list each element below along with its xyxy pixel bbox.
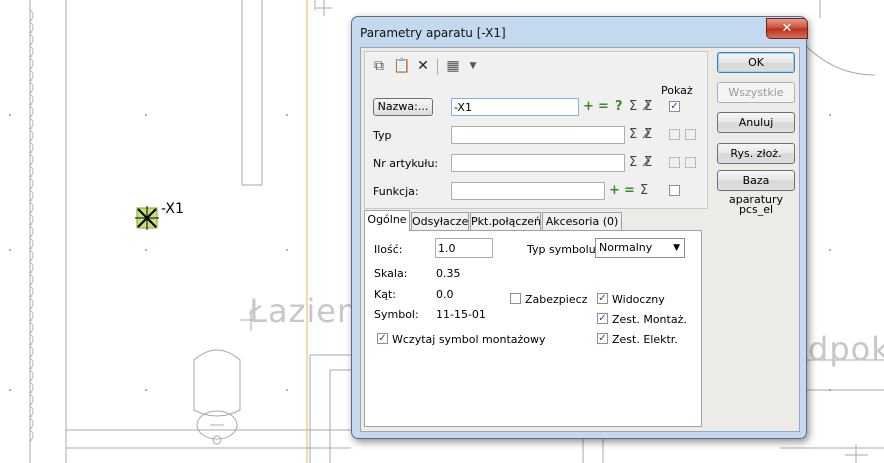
zabezpiecz-checkbox[interactable] — [510, 293, 521, 304]
symbol-value: 11-15-01 — [436, 308, 486, 321]
nr-artykulu-sigma-icon[interactable]: Σ — [629, 155, 637, 171]
wszystkie-button: Wszystkie — [717, 82, 795, 103]
paste-icon[interactable]: 📋 — [393, 58, 410, 74]
tab-strip: Ogólne Odsyłacze Pkt.połączeń Akcesoria … — [364, 210, 706, 231]
device-x1-symbol[interactable] — [135, 206, 159, 230]
rys-zloz-button[interactable]: Rys. złoż. — [717, 143, 795, 164]
close-icon: ✕ — [781, 21, 793, 36]
wczytaj-checkbox[interactable]: ✓ — [377, 333, 388, 344]
pokaz-funkcja-checkbox[interactable] — [669, 185, 680, 196]
pokaz-label: Pokaż — [661, 84, 693, 97]
parametry-aparatu-dialog: Parametry aparatu [-X1] ✕ ⧉ 📋 ✕ ▦ ▼ Poka… — [351, 16, 808, 439]
typ-sigma-icon[interactable]: Σ — [629, 127, 637, 143]
zest-montaz-checkbox[interactable]: ✓ — [597, 313, 608, 324]
delete-icon[interactable]: ✕ — [415, 58, 431, 74]
question-icon[interactable]: ? — [615, 99, 623, 115]
skala-label: Skala: — [374, 267, 408, 280]
equals-icon[interactable]: = — [598, 99, 609, 115]
tab-panel-ogolne: Ilość: 1.0 Typ symbolu Normalny ▼ Skala:… — [364, 230, 702, 427]
dropdown-arrow-icon[interactable]: ▼ — [465, 58, 481, 74]
nazwa-input[interactable]: -X1 — [451, 98, 579, 116]
anuluj-button[interactable]: Anuluj — [717, 112, 795, 133]
pokaz-nazwa-checkbox[interactable]: ✓ — [669, 101, 680, 112]
zest-elektr-checkbox[interactable]: ✓ — [597, 333, 608, 344]
kat-label: Kąt: — [374, 288, 396, 301]
symbol-label: Symbol: — [374, 308, 419, 321]
library-name: pcs_el — [738, 203, 774, 216]
nazwa-button[interactable]: Nazwa:... — [373, 98, 433, 116]
ilosc-input[interactable]: 1.0 — [435, 238, 493, 258]
chevron-down-icon: ▼ — [673, 243, 680, 253]
funkcja-equals-icon[interactable]: = — [624, 183, 635, 199]
room-label-left: Łazien — [249, 292, 359, 330]
ilosc-label: Ilość: — [374, 243, 403, 256]
nr-artykulu-checkbox-2 — [685, 157, 696, 168]
wczytaj-label: Wczytaj symbol montażowy — [392, 333, 546, 346]
nr-artykulu-label: Nr artykułu: — [373, 157, 439, 170]
widoczny-checkbox[interactable]: ✓ — [597, 293, 608, 304]
skala-value: 0.35 — [436, 267, 461, 280]
tab-ogolne[interactable]: Ogólne — [364, 210, 410, 231]
sigma-check-icon[interactable]: Σ̸ — [644, 99, 652, 115]
typ-checkbox-2 — [685, 129, 696, 140]
typ-symbolu-value: Normalny — [599, 241, 653, 254]
properties-icon[interactable]: ▦ — [445, 58, 461, 74]
typ-label: Typ — [373, 129, 392, 142]
funkcja-sigma-icon[interactable]: Σ — [640, 183, 648, 199]
baza-aparatury-button[interactable]: Baza aparatury — [717, 170, 795, 206]
device-label: -X1 — [161, 201, 184, 217]
funkcja-label: Funkcja: — [373, 185, 419, 198]
dialog-title: Parametry aparatu [-X1] — [360, 26, 506, 40]
widoczny-label: Widoczny — [612, 293, 665, 306]
sigma-icon[interactable]: Σ — [629, 99, 637, 115]
zest-montaz-label: Zest. Montaż. — [612, 313, 687, 326]
zabezpiecz-label: Zabezpiecz — [525, 293, 588, 306]
tab-akcesoria[interactable]: Akcesoria (0) — [542, 212, 622, 230]
dialog-client-area: ⧉ 📋 ✕ ▦ ▼ Pokaż Nazwa:... -X1 + = ? Σ Σ̸… — [360, 47, 800, 432]
typ-checkbox-1 — [669, 129, 680, 140]
plus-icon[interactable]: + — [583, 99, 594, 115]
parameters-panel: ⧉ 📋 ✕ ▦ ▼ Pokaż Nazwa:... -X1 + = ? Σ Σ̸… — [364, 51, 708, 209]
funkcja-input[interactable] — [451, 182, 605, 200]
tab-pkt-polaczen[interactable]: Pkt.połączeń — [470, 212, 541, 230]
kat-value: 0.0 — [436, 288, 454, 301]
tab-odsylacze[interactable]: Odsyłacze — [411, 212, 469, 230]
toolbar-separator — [437, 59, 438, 75]
ok-button[interactable]: OK — [717, 52, 795, 73]
typ-symbolu-label: Typ symbolu — [527, 243, 596, 256]
copy-icon[interactable]: ⧉ — [371, 58, 387, 74]
nr-artykulu-checkbox-1 — [669, 157, 680, 168]
nr-artykulu-sigma-check-icon[interactable]: Σ̸ — [644, 155, 652, 171]
dialog-titlebar[interactable]: Parametry aparatu [-X1] ✕ — [352, 17, 808, 47]
typ-sigma-check-icon[interactable]: Σ̸ — [644, 127, 652, 143]
funkcja-plus-icon[interactable]: + — [609, 183, 620, 199]
typ-input[interactable] — [451, 126, 625, 144]
nr-artykulu-input[interactable] — [451, 154, 625, 172]
close-button[interactable]: ✕ — [766, 18, 808, 39]
zest-elektr-label: Zest. Elektr. — [612, 333, 678, 346]
room-label-right: dpokó — [808, 330, 884, 368]
typ-symbolu-select[interactable]: Normalny ▼ — [595, 238, 685, 258]
